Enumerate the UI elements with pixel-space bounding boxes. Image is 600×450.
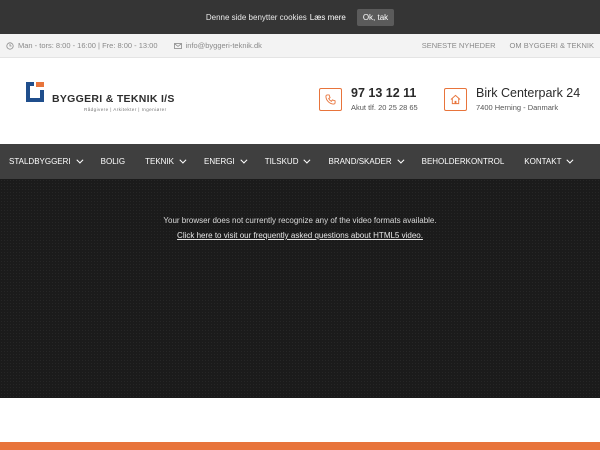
home-icon [450, 94, 461, 105]
clock-icon [6, 41, 14, 50]
video-player[interactable]: Your browser does not currently recogniz… [0, 179, 600, 398]
logo-name: BYGGERI & TEKNIK I/S [52, 93, 175, 105]
link-latest-news[interactable]: SENESTE NYHEDER [422, 41, 496, 50]
logo-mark-icon [26, 82, 44, 102]
site-logo[interactable]: BYGGERI & TEKNIK I/S Rådgivere | Arkitek… [24, 80, 204, 120]
nav-item-kontakt[interactable]: KONTAKT [524, 156, 574, 166]
content-area [0, 398, 600, 442]
address-block: Birk Centerpark 24 7400 Herning - Danmar… [444, 86, 580, 112]
nav-item-brand-skader[interactable]: BRAND/SKADER [328, 156, 405, 166]
home-icon-box [444, 88, 467, 111]
nav-label: BOLIG [100, 157, 126, 166]
chevron-down-icon [240, 156, 248, 164]
info-links: SENESTE NYHEDER OM BYGGERI & TEKNIK [422, 41, 594, 50]
address-city: 7400 Herning - Danmark [476, 103, 559, 112]
email-link[interactable]: info@byggeri-teknik.dk [186, 41, 262, 50]
nav-item-bolig[interactable]: BOLIG [101, 157, 125, 166]
chevron-down-icon [303, 156, 311, 164]
nav-label: STALDBYGGERI [9, 157, 71, 166]
video-unsupported-message: Your browser does not currently recogniz… [163, 216, 437, 225]
cookie-bar: Denne side benytter cookies Læs mere Ok,… [0, 0, 600, 34]
opening-hours: Man - tors: 8:00 - 16:00 | Fre: 8:00 - 1… [18, 41, 158, 50]
nav-item-staldbyggeri[interactable]: STALDBYGGERI [9, 156, 84, 166]
nav-label: BEHOLDERKONTROL [421, 157, 505, 166]
cookie-message: Denne side benytter cookies Læs mere [206, 13, 346, 22]
top-info-bar: Man - tors: 8:00 - 16:00 | Fre: 8:00 - 1… [0, 34, 600, 58]
nav-item-energi[interactable]: ENERGI [204, 156, 248, 166]
nav-label: KONTAKT [524, 157, 562, 166]
phone-number[interactable]: 97 13 12 11 [351, 86, 418, 100]
nav-label: TEKNIK [145, 157, 175, 166]
cookie-accept-button[interactable]: Ok, tak [356, 8, 395, 26]
chevron-down-icon [396, 156, 405, 164]
address-street: Birk Centerpark 24 [476, 86, 581, 100]
nav-item-teknik[interactable]: TEKNIK [145, 156, 187, 166]
chevron-down-icon [566, 156, 574, 164]
phone-block: 97 13 12 11 Akut tlf. 20 25 28 65 [319, 86, 418, 112]
logo-tagline: Rådgivere | Arkitekter | Ingeniører [84, 107, 167, 112]
info-left: Man - tors: 8:00 - 16:00 | Fre: 8:00 - 1… [6, 41, 262, 50]
nav-item-beholderkontrol[interactable]: BEHOLDERKONTROL [422, 157, 505, 166]
nav-label: BRAND/SKADER [328, 157, 392, 166]
cookie-text: Denne side benytter cookies [205, 12, 307, 22]
main-nav: STALDBYGGERI BOLIG TEKNIK ENERGI TILSKUD… [0, 144, 600, 179]
accent-band [0, 442, 600, 450]
chevron-down-icon [76, 156, 84, 164]
link-about[interactable]: OM BYGGERI & TEKNIK [510, 41, 594, 50]
mail-icon [173, 42, 182, 49]
phone-icon [325, 94, 336, 105]
phone-icon-box [319, 88, 342, 111]
emergency-phone: Akut tlf. 20 25 28 65 [351, 103, 418, 112]
cookie-read-more-link[interactable]: Læs mere [310, 13, 346, 22]
chevron-down-icon [179, 156, 187, 164]
nav-label: TILSKUD [264, 157, 299, 166]
site-header: BYGGERI & TEKNIK I/S Rådgivere | Arkitek… [0, 58, 600, 144]
nav-label: ENERGI [204, 157, 235, 166]
video-faq-link[interactable]: Click here to visit our frequently asked… [0, 231, 600, 240]
nav-item-tilskud[interactable]: TILSKUD [264, 156, 311, 166]
